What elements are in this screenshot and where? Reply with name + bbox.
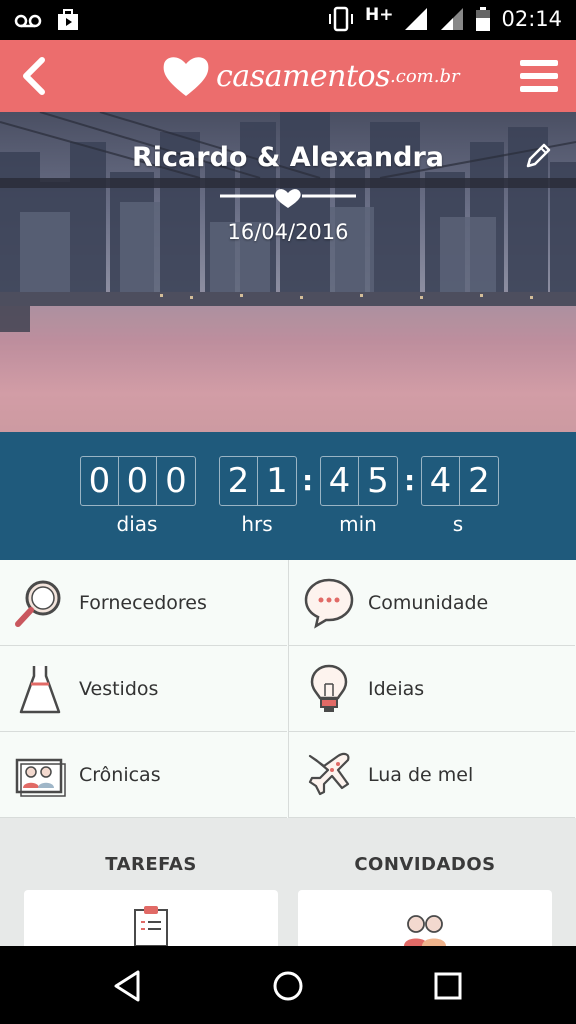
menu-item-label: Vestidos: [79, 677, 159, 700]
system-nav-bar: [0, 946, 576, 1024]
digit: 1: [266, 461, 288, 501]
chat-bubble-icon: [304, 578, 354, 629]
voicemail-icon: [14, 14, 42, 28]
hero-banner: Ricardo & Alexandra 16/04/2016: [0, 112, 576, 432]
seconds-label: s: [452, 512, 464, 536]
menu-item-vestidos[interactable]: Vestidos: [0, 646, 287, 732]
minutes-label: min: [339, 512, 377, 536]
countdown-days: 0 0 0: [80, 456, 196, 506]
dress-icon: [19, 665, 61, 713]
photo-couple-icon: [15, 758, 66, 797]
hamburger-icon[interactable]: [518, 54, 560, 98]
lightbulb-icon: [310, 664, 348, 712]
recents-square-icon[interactable]: [426, 964, 470, 1008]
battery-icon: [476, 7, 491, 31]
vibrate-icon: [328, 6, 353, 32]
wedding-date: 16/04/2016: [227, 220, 349, 244]
status-bar: H+ 02:14: [0, 0, 576, 40]
pencil-icon[interactable]: [522, 140, 554, 172]
menu-item-fornecedores[interactable]: Fornecedores: [0, 560, 287, 646]
menu-item-comunidade[interactable]: Comunidade: [288, 560, 575, 646]
digit: 4: [321, 457, 359, 505]
logo-domain: .com.br: [390, 65, 460, 87]
home-circle-icon[interactable]: [266, 964, 310, 1008]
countdown-seconds: 4 2: [421, 456, 499, 506]
network-type: H+: [364, 5, 394, 25]
signal-icon-2: [441, 8, 464, 30]
countdown-minutes: 4 5: [320, 456, 398, 506]
menu-item-label: Ideias: [368, 677, 425, 700]
menu-item-ideias[interactable]: Ideias: [288, 646, 575, 732]
hours-label: hrs: [241, 512, 273, 536]
signal-icon: [405, 8, 428, 30]
menu-item-cronicas[interactable]: Crônicas: [0, 732, 287, 818]
logo-text: casamentos: [216, 58, 391, 94]
tasks-heading: TAREFAS: [105, 854, 197, 875]
digit: 2: [468, 461, 490, 501]
menu-item-lua-de-mel[interactable]: Lua de mel: [288, 732, 575, 818]
feature-grid: Fornecedores Comunidade Vestidos Ideias: [0, 560, 576, 818]
clipboard-icon: [134, 906, 168, 947]
couple-names: Ricardo & Alexandra: [132, 142, 444, 173]
colon-separator: :: [302, 464, 314, 497]
menu-item-label: Crônicas: [79, 763, 161, 786]
heart-divider-icon: [220, 189, 356, 208]
app-bar: casamentos .com.br: [0, 40, 576, 112]
menu-item-label: Lua de mel: [368, 763, 474, 786]
digit: 0: [81, 457, 119, 505]
countdown-panel: 0 0 0 2 1 : 4 5 : 4 2 dias hrs min s: [0, 432, 576, 560]
planning-section: TAREFAS CONVIDADOS: [0, 818, 576, 960]
app-logo: casamentos .com.br: [160, 46, 460, 106]
guests-heading: CONVIDADOS: [354, 854, 496, 875]
digit: 5: [367, 461, 389, 501]
digit: 0: [119, 457, 157, 505]
shop-bag-icon: [58, 9, 78, 30]
days-label: dias: [116, 512, 158, 536]
airplane-icon: [308, 752, 350, 795]
magnifier-icon: [15, 580, 61, 627]
heart-logo-icon: [163, 57, 209, 96]
digit: 0: [165, 461, 187, 501]
digit: 2: [220, 457, 258, 505]
colon-separator: :: [404, 464, 416, 497]
countdown-hours: 2 1: [219, 456, 297, 506]
menu-item-label: Comunidade: [368, 591, 489, 614]
digit: 4: [422, 457, 460, 505]
clock: 02:14: [501, 7, 562, 31]
chevron-left-icon[interactable]: [14, 52, 54, 100]
menu-item-label: Fornecedores: [79, 591, 207, 614]
back-triangle-icon[interactable]: [106, 964, 150, 1008]
